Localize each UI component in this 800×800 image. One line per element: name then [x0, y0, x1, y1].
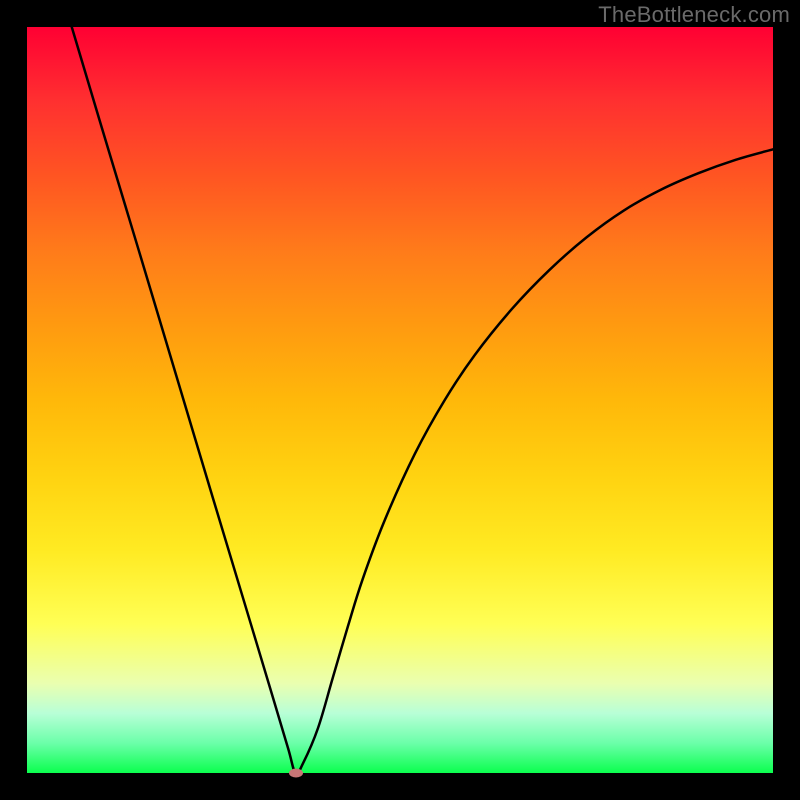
- plot-area: [27, 27, 773, 773]
- bottleneck-curve: [27, 27, 773, 773]
- minimum-marker: [289, 769, 303, 778]
- watermark-text: TheBottleneck.com: [598, 2, 790, 28]
- chart-frame: TheBottleneck.com: [0, 0, 800, 800]
